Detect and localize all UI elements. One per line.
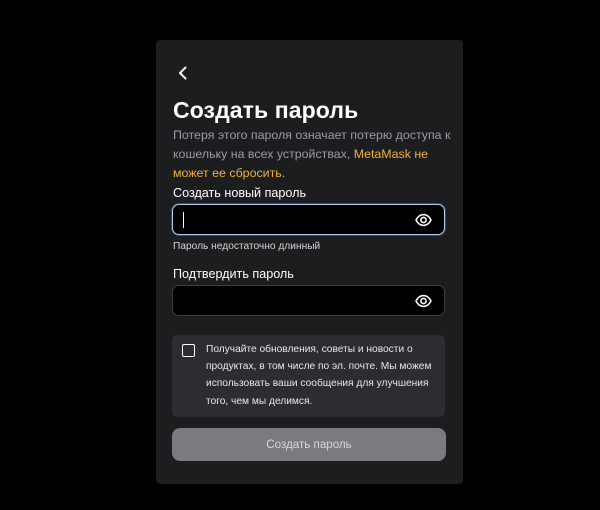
confirm-password-label: Подтвердить пароль	[173, 267, 294, 281]
create-password-button[interactable]: Создать пароль	[172, 428, 446, 461]
new-password-field[interactable]	[172, 204, 445, 235]
eye-icon	[415, 294, 432, 308]
back-button[interactable]	[172, 62, 194, 84]
arrow-left-icon	[179, 66, 187, 80]
confirm-password-input[interactable]	[181, 290, 401, 312]
create-password-card: Создать пароль Потеря этого пароля означ…	[156, 40, 463, 484]
page-title: Создать пароль	[173, 97, 359, 123]
new-password-label: Создать новый пароль	[173, 186, 307, 200]
show-confirm-password-toggle[interactable]	[415, 293, 432, 309]
eye-icon	[415, 213, 432, 227]
confirm-password-field[interactable]	[172, 285, 445, 316]
text-caret	[183, 212, 185, 228]
password-hint: Пароль недостаточно длинный	[173, 241, 321, 252]
new-password-input[interactable]	[181, 209, 401, 231]
show-new-password-toggle[interactable]	[415, 212, 432, 228]
page-description: Потеря этого пароля означает потерю дост…	[173, 126, 458, 183]
marketing-consent-checkbox[interactable]	[182, 344, 195, 357]
marketing-consent-box: Получайте обновления, советы и новости о…	[172, 335, 445, 417]
marketing-consent-text: Получайте обновления, советы и новости о…	[206, 344, 432, 407]
